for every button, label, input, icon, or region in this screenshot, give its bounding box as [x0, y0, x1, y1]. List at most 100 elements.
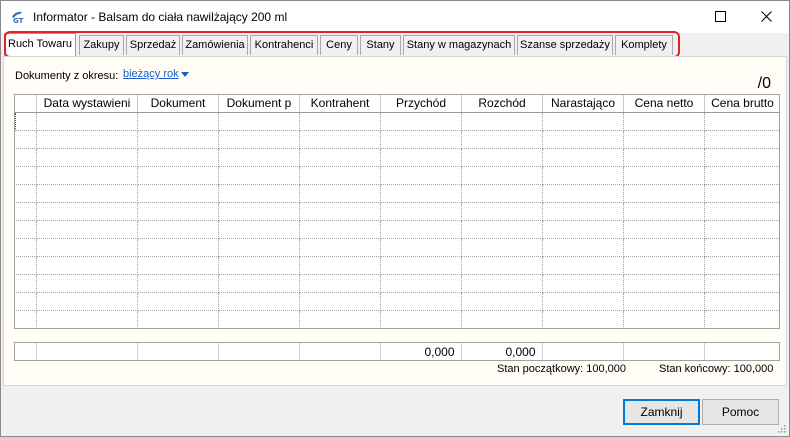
table-cell[interactable] [704, 166, 779, 185]
table-row[interactable] [15, 310, 779, 328]
column-header[interactable]: Cena netto [623, 95, 705, 113]
table-cell[interactable] [623, 310, 705, 328]
table-cell[interactable] [623, 292, 705, 311]
table-cell[interactable] [542, 220, 624, 239]
table-cell[interactable] [380, 166, 462, 185]
table-cell[interactable] [542, 166, 624, 185]
table-cell[interactable] [461, 220, 543, 239]
table-cell[interactable] [542, 256, 624, 275]
table-cell[interactable] [36, 202, 138, 221]
table-cell[interactable] [299, 238, 381, 257]
table-row[interactable] [15, 220, 779, 239]
table-cell[interactable] [15, 220, 37, 239]
table-cell[interactable] [299, 310, 381, 328]
table-cell[interactable] [461, 292, 543, 311]
table-cell[interactable] [137, 148, 219, 167]
table-cell[interactable] [218, 111, 300, 131]
column-header[interactable]: Kontrahent [299, 95, 381, 113]
tab-sprzedaz[interactable]: Sprzedaż [126, 35, 180, 55]
table-cell[interactable] [461, 166, 543, 185]
table-cell[interactable] [218, 220, 300, 239]
table-cell[interactable] [380, 292, 462, 311]
table-cell[interactable] [542, 111, 624, 131]
column-header[interactable]: Cena brutto [704, 95, 779, 113]
table-cell[interactable] [623, 220, 705, 239]
table-cell[interactable] [299, 130, 381, 149]
table-cell[interactable] [380, 220, 462, 239]
column-header[interactable]: Dokument p [218, 95, 300, 113]
tab-stany[interactable]: Stany [360, 35, 401, 55]
table-cell[interactable] [218, 238, 300, 257]
table-cell[interactable] [137, 220, 219, 239]
table-cell[interactable] [15, 148, 37, 167]
table-cell[interactable] [623, 111, 705, 131]
table-cell[interactable] [137, 292, 219, 311]
table-cell[interactable] [461, 148, 543, 167]
table-cell[interactable] [461, 238, 543, 257]
table-cell[interactable] [36, 274, 138, 293]
table-cell[interactable] [380, 238, 462, 257]
table-cell[interactable] [218, 166, 300, 185]
table-cell[interactable] [15, 130, 37, 149]
table-cell[interactable] [218, 274, 300, 293]
table-cell[interactable] [218, 148, 300, 167]
table-cell[interactable] [380, 184, 462, 203]
table-cell[interactable] [542, 238, 624, 257]
table-cell[interactable] [15, 256, 37, 275]
column-header[interactable]: Przychód [380, 95, 462, 113]
table-cell[interactable] [704, 256, 779, 275]
close-window-button[interactable] [743, 1, 789, 32]
period-selector[interactable]: bieżący rok [123, 68, 179, 80]
table-cell[interactable] [36, 184, 138, 203]
table-cell[interactable] [218, 202, 300, 221]
table-cell[interactable] [623, 256, 705, 275]
table-cell[interactable] [218, 310, 300, 328]
table-cell[interactable] [704, 111, 779, 131]
table-cell[interactable] [299, 256, 381, 275]
table-cell[interactable] [461, 202, 543, 221]
table-cell[interactable] [15, 292, 37, 311]
table-cell[interactable] [137, 256, 219, 275]
table-cell[interactable] [623, 274, 705, 293]
table-cell[interactable] [542, 274, 624, 293]
table-cell[interactable] [137, 166, 219, 185]
table-cell[interactable] [137, 130, 219, 149]
table-row[interactable] [15, 256, 779, 275]
table-cell[interactable] [36, 130, 138, 149]
column-header[interactable]: Data wystawieni [36, 95, 138, 113]
table-cell[interactable] [137, 184, 219, 203]
maximize-button[interactable] [697, 1, 743, 32]
table-cell[interactable] [218, 184, 300, 203]
table-cell[interactable] [15, 166, 37, 185]
table-row[interactable] [15, 166, 779, 185]
table-cell[interactable] [36, 111, 138, 131]
table-cell[interactable] [704, 130, 779, 149]
table-cell[interactable] [36, 148, 138, 167]
table-cell[interactable] [461, 111, 543, 131]
table-cell[interactable] [704, 274, 779, 293]
zamknij-button[interactable]: Zamknij [623, 399, 700, 425]
table-cell[interactable] [623, 130, 705, 149]
table-cell[interactable] [218, 292, 300, 311]
documents-grid[interactable]: Data wystawieni Dokument Dokument p Kontrah… [14, 94, 780, 329]
table-cell[interactable] [623, 166, 705, 185]
table-cell[interactable] [704, 184, 779, 203]
table-cell[interactable] [299, 184, 381, 203]
table-cell[interactable] [542, 184, 624, 203]
table-cell[interactable] [36, 310, 138, 328]
table-cell[interactable] [704, 238, 779, 257]
table-cell[interactable] [380, 130, 462, 149]
table-cell[interactable] [380, 111, 462, 131]
table-row[interactable] [15, 130, 779, 149]
row-indicator-header[interactable] [15, 95, 37, 113]
table-cell[interactable] [299, 292, 381, 311]
table-cell[interactable] [542, 148, 624, 167]
tab-ruch-towaru[interactable]: Ruch Towaru [4, 33, 76, 56]
tab-komplety[interactable]: Komplety [615, 35, 673, 55]
column-header[interactable]: Narastająco [542, 95, 624, 113]
table-cell[interactable] [15, 238, 37, 257]
table-cell[interactable] [542, 292, 624, 311]
table-row[interactable] [15, 148, 779, 167]
table-cell[interactable] [623, 184, 705, 203]
tab-szanse-sprzedazy[interactable]: Szanse sprzedaży [517, 35, 613, 55]
